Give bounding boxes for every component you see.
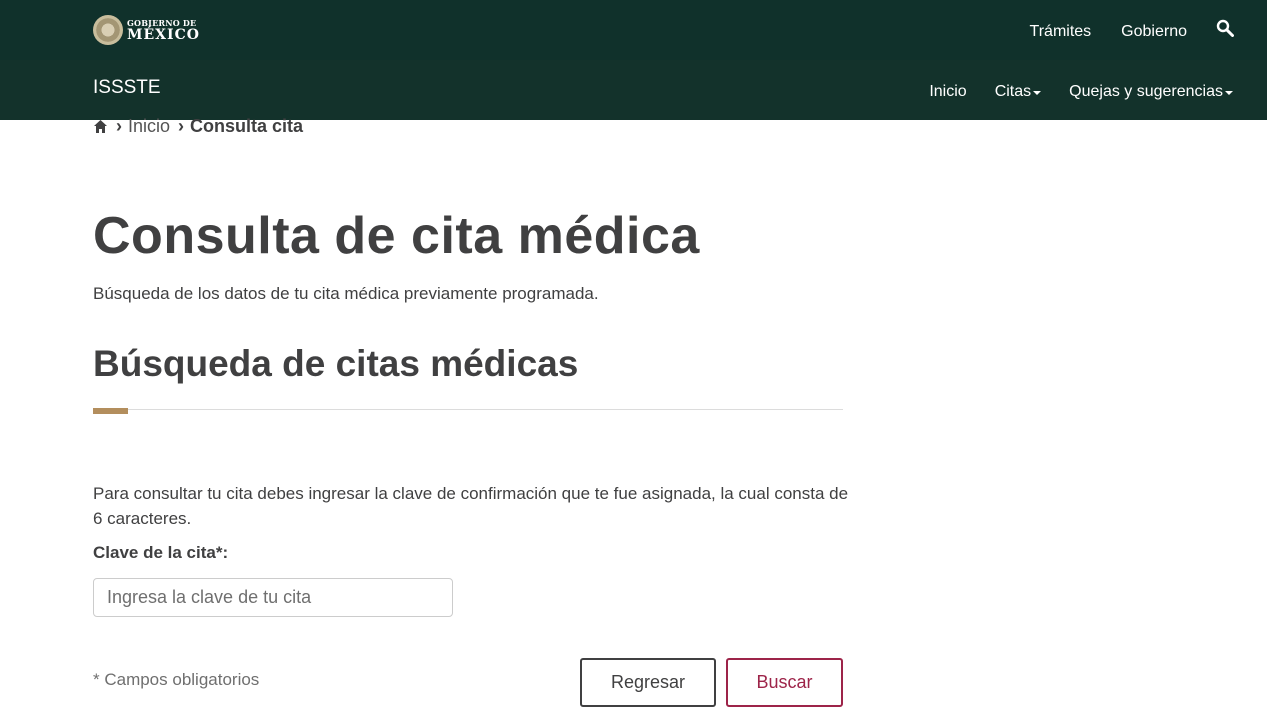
- breadcrumb-current: Consulta cita: [190, 115, 304, 136]
- gobierno-de-mexico-logo[interactable]: GOBIERNO DE MÉXICO: [93, 15, 200, 45]
- back-button[interactable]: Regresar: [580, 658, 716, 707]
- caret-down-icon: [1225, 91, 1233, 95]
- top-nav-gobierno[interactable]: Gobierno: [1121, 23, 1187, 41]
- required-fields-note: * Campos obligatorios: [93, 670, 260, 689]
- caret-down-icon: [1033, 91, 1042, 95]
- home-icon[interactable]: [93, 119, 108, 134]
- site-header: ISSSTE Inicio Citas Quejas y sugerencias: [0, 60, 1267, 120]
- breadcrumb-separator: ›: [178, 115, 185, 136]
- logo-line2: MÉXICO: [127, 26, 200, 43]
- clave-input[interactable]: [93, 578, 453, 617]
- breadcrumb-separator: ›: [116, 115, 122, 136]
- site-nav-quejas-label: Quejas y sugerencias: [1069, 83, 1223, 100]
- section-title: Búsqueda de citas médicas: [93, 343, 579, 384]
- search-button[interactable]: Buscar: [726, 658, 843, 707]
- breadcrumb: › Inicio › Consulta cita: [93, 115, 303, 137]
- site-name[interactable]: ISSSTE: [93, 77, 161, 99]
- site-nav-citas[interactable]: Citas: [994, 83, 1042, 101]
- site-nav-inicio-label: Inicio: [929, 83, 967, 100]
- page-title: Consulta de cita médica: [93, 207, 700, 265]
- page-subtitle: Búsqueda de los datos de tu cita médica …: [93, 284, 599, 303]
- logo-line1: GOBIERNO DE: [127, 17, 197, 28]
- site-nav-quejas[interactable]: Quejas y sugerencias: [1069, 83, 1233, 101]
- instructions-text: Para consultar tu cita debes ingresar la…: [93, 484, 849, 528]
- section-divider: [93, 409, 843, 410]
- clave-label: Clave de la cita*:: [93, 543, 229, 562]
- top-nav: Trámites Gobierno: [1030, 0, 1187, 60]
- search-icon[interactable]: [1216, 19, 1234, 37]
- site-nav-citas-label: Citas: [994, 83, 1032, 100]
- section-divider-accent: [93, 408, 128, 414]
- top-header: GOBIERNO DE MÉXICO Trámites Gobierno: [0, 0, 1267, 60]
- breadcrumb-inicio[interactable]: Inicio: [128, 116, 170, 137]
- top-nav-tramites[interactable]: Trámites: [1030, 23, 1092, 41]
- site-nav-inicio[interactable]: Inicio: [929, 83, 966, 101]
- national-seal-icon: [93, 15, 123, 45]
- site-nav: Inicio Citas Quejas y sugerencias: [929, 60, 1233, 120]
